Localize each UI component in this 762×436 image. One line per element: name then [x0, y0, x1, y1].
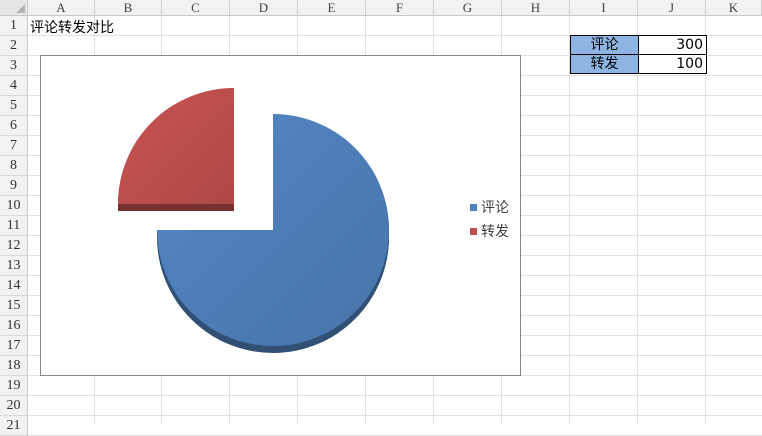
pie-chart-plot [118, 88, 389, 353]
row-header-13[interactable]: 13 [0, 256, 28, 276]
row-header-6[interactable]: 6 [0, 116, 28, 136]
row-header-18[interactable]: 18 [0, 356, 28, 376]
gridline-vertical [705, 16, 706, 424]
cell-a1-title[interactable]: 评论转发对比 [30, 17, 114, 37]
row-header-21[interactable]: 21 [0, 416, 28, 436]
column-header-g[interactable]: G [434, 0, 502, 16]
gridline-horizontal [28, 395, 762, 396]
row-header-8[interactable]: 8 [0, 156, 28, 176]
row-header-10[interactable]: 10 [0, 196, 28, 216]
gridline-vertical [637, 16, 638, 424]
column-header-i[interactable]: I [570, 0, 638, 16]
column-header-c[interactable]: C [162, 0, 230, 16]
pie-chart[interactable]: 评论 转发 [40, 55, 521, 376]
row-header-1[interactable]: 1 [0, 16, 28, 36]
row-header-17[interactable]: 17 [0, 336, 28, 356]
row-header-4[interactable]: 4 [0, 76, 28, 96]
column-header-j[interactable]: J [638, 0, 706, 16]
legend-item-reposts: 转发 [470, 219, 509, 243]
row-header-20[interactable]: 20 [0, 396, 28, 416]
row-header-19[interactable]: 19 [0, 376, 28, 396]
row-header-15[interactable]: 15 [0, 296, 28, 316]
legend-swatch-reposts [470, 227, 477, 235]
chart-legend[interactable]: 评论 转发 [470, 195, 509, 243]
gridline-vertical [569, 16, 570, 424]
row-header-16[interactable]: 16 [0, 316, 28, 336]
row-header-11[interactable]: 11 [0, 216, 28, 236]
column-header-d[interactable]: D [230, 0, 298, 16]
row-header-3[interactable]: 3 [0, 56, 28, 76]
row-header-14[interactable]: 14 [0, 276, 28, 296]
cell-i2-label[interactable]: 评论 [570, 35, 639, 55]
gridline-horizontal [28, 415, 762, 416]
column-header-a[interactable]: A [28, 0, 95, 16]
row-header-2[interactable]: 2 [0, 36, 28, 56]
pie-slice-reposts[interactable] [118, 88, 234, 204]
legend-label-reposts: 转发 [481, 224, 509, 240]
row-header-7[interactable]: 7 [0, 136, 28, 156]
row-header-9[interactable]: 9 [0, 176, 28, 196]
spreadsheet-grid[interactable]: ABCDEFGHIJK 1 2 3 4 5 6 7 8 9 10 11 12 13 14 15 16 17 18 1… [0, 0, 762, 436]
column-header-f[interactable]: F [366, 0, 434, 16]
legend-label-comments: 评论 [481, 200, 509, 216]
cell-j2-value[interactable]: 300 [638, 35, 707, 55]
row-header-5[interactable]: 5 [0, 96, 28, 116]
column-header-k[interactable]: K [706, 0, 762, 16]
cell-j3-value[interactable]: 100 [638, 54, 707, 74]
column-header-b[interactable]: B [95, 0, 162, 16]
legend-item-comments: 评论 [470, 195, 509, 219]
legend-swatch-comments [470, 203, 477, 211]
column-header-e[interactable]: E [298, 0, 366, 16]
cell-i3-label[interactable]: 转发 [570, 54, 639, 74]
select-all-corner[interactable] [0, 0, 28, 16]
column-header-h[interactable]: H [502, 0, 570, 16]
row-header-12[interactable]: 12 [0, 236, 28, 256]
